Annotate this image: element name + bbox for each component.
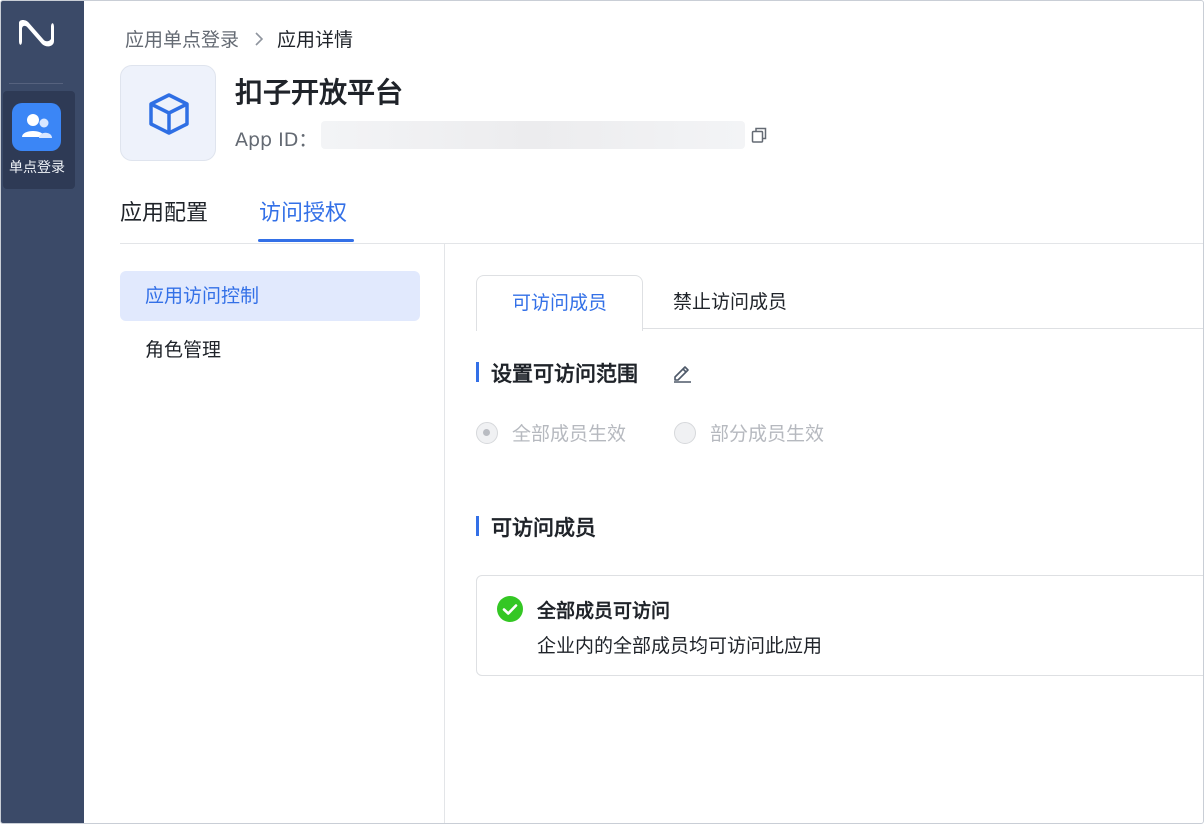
brand-logo-icon[interactable] [16,17,56,49]
radio-label: 全部成员生效 [512,423,627,445]
radio-partial-members[interactable]: 部分成员生效 [674,419,824,446]
breadcrumb: 应用单点登录 应用详情 [125,25,353,52]
member-card-description: 企业内的全部成员均可访问此应用 [537,635,823,657]
subtab-accessible-members[interactable]: 可访问成员 [476,275,643,331]
radio-unchecked-icon[interactable] [674,421,696,444]
side-menu-access-control[interactable]: 应用访问控制 [120,271,420,321]
active-tab-indicator [258,239,354,242]
copy-icon[interactable] [751,127,767,143]
app-icon-card [120,65,216,161]
rail-divider [9,83,63,84]
app-window: 单点登录 应用单点登录 应用详情 扣子开放平台 App ID： 应用配置 访问授… [0,0,1204,824]
radio-all-members[interactable]: 全部成员生效 [476,419,626,446]
check-circle-icon [497,596,523,622]
section-accent-bar [476,362,479,382]
cube-icon [149,93,189,135]
app-id-label: App ID： [235,129,318,151]
radio-label: 部分成员生效 [710,423,825,445]
left-rail: 单点登录 [1,1,84,823]
vertical-divider [444,244,445,823]
member-card-title: 全部成员可访问 [537,600,671,622]
tab-divider [120,243,1203,244]
member-scope-card: 全部成员可访问 企业内的全部成员均可访问此应用 [476,575,1203,676]
app-name: 扣子开放平台 [235,76,404,109]
chevron-right-icon [255,31,264,46]
scope-section-title: 设置可访问范围 [491,362,638,386]
side-menu-role-management[interactable]: 角色管理 [120,325,420,375]
subtab-baseline [642,328,1203,329]
radio-checked-icon[interactable] [476,421,498,444]
section-accent-bar [476,516,479,536]
rail-item-sso[interactable]: 单点登录 [3,91,75,189]
members-section-title: 可访问成员 [491,516,596,540]
breadcrumb-parent[interactable]: 应用单点登录 [125,25,239,52]
edit-icon[interactable] [671,361,693,383]
users-icon [12,103,61,151]
subtab-forbidden-members[interactable]: 禁止访问成员 [673,275,787,329]
rail-item-label: 单点登录 [9,160,65,176]
tab-app-config[interactable]: 应用配置 [120,195,208,227]
app-id-value-redacted [321,121,745,149]
breadcrumb-current: 应用详情 [277,29,354,51]
tab-access-auth[interactable]: 访问授权 [259,195,347,227]
